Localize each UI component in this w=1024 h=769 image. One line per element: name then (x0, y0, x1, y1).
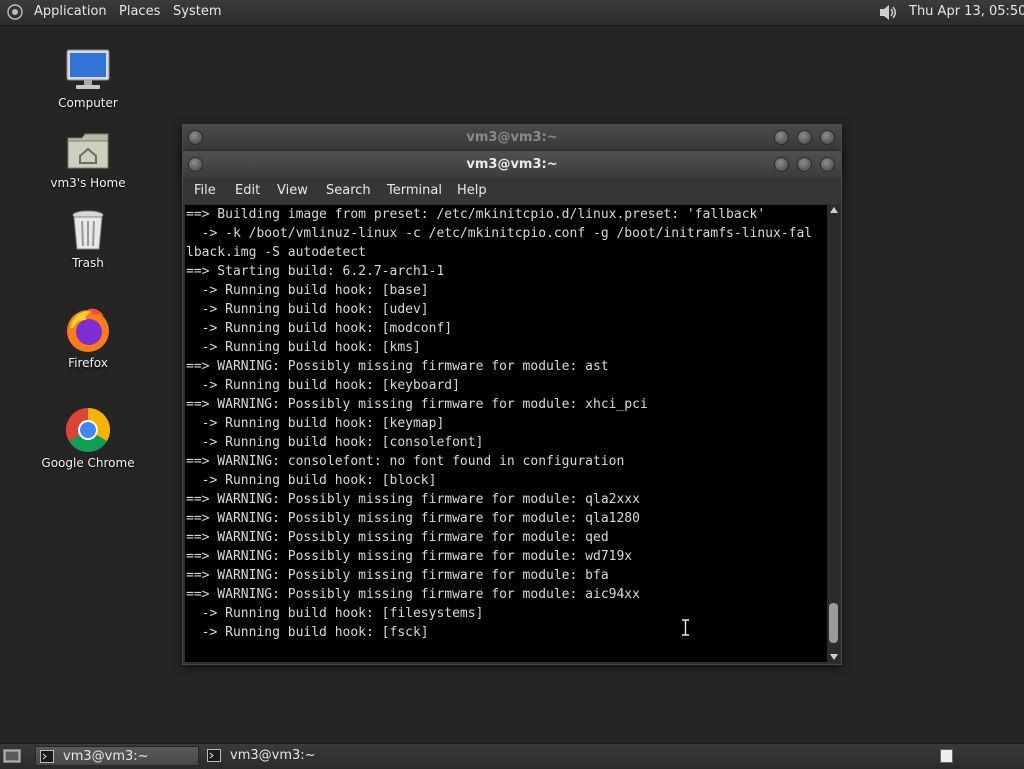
desktop-icon-label: Trash (72, 256, 104, 270)
terminal-line: ==> WARNING: Possibly missing firmware f… (186, 568, 609, 583)
desktop-icon-label: vm3's Home (50, 176, 126, 190)
terminal-line: ==> WARNING: Possibly missing firmware f… (186, 511, 640, 526)
taskbar-item[interactable]: vm3@vm3:~ (35, 746, 199, 766)
scroll-down-arrow-icon[interactable] (830, 654, 838, 660)
scroll-up-arrow-icon[interactable] (830, 207, 838, 213)
menu-file[interactable]: File (194, 178, 216, 204)
show-desktop-icon[interactable] (3, 748, 21, 764)
bottom-panel: vm3@vm3:~ vm3@vm3:~ (0, 743, 1024, 769)
menu-view[interactable]: View (277, 178, 308, 204)
trash-icon (72, 210, 104, 250)
desktop-icon-label: Firefox (68, 356, 108, 370)
window-menu-button[interactable] (188, 130, 203, 145)
terminal-line: -> -k /boot/vmlinuz-linux -c /etc/mkinit… (186, 226, 813, 241)
firefox-icon (67, 308, 109, 352)
terminal-icon (40, 750, 54, 763)
minimize-button[interactable] (774, 157, 789, 172)
terminal-line: ==> WARNING: Possibly missing firmware f… (186, 549, 633, 564)
chrome-icon (66, 408, 110, 452)
window-title: vm3@vm3:~ (466, 157, 558, 172)
terminal-output[interactable]: ==> Building image from preset: /etc/mki… (185, 205, 827, 662)
window-titlebar[interactable]: vm3@vm3:~ (183, 125, 841, 151)
text-cursor-icon (682, 619, 689, 636)
menu-system[interactable]: System (173, 0, 221, 25)
speaker-icon[interactable] (878, 3, 898, 22)
terminal-icon (207, 749, 221, 762)
menu-edit[interactable]: Edit (235, 178, 260, 204)
terminal-line: ==> WARNING: Possibly missing firmware f… (186, 587, 640, 602)
terminal-line: -> Running build hook: [keymap] (186, 416, 445, 431)
menu-applications[interactable]: Applications (34, 0, 106, 25)
terminal-line: ==> Building image from preset: /etc/mki… (186, 207, 766, 222)
taskbar-item-label: vm3@vm3:~ (230, 748, 316, 763)
clock[interactable]: Thu Apr 13, 05:50 (909, 0, 1024, 24)
gnome-foot-icon[interactable] (7, 4, 23, 20)
window-titlebar[interactable]: vm3@vm3:~ (183, 152, 841, 178)
terminal-line: ==> WARNING: consolefont: no font found … (186, 454, 625, 469)
terminal-scrollbar[interactable] (827, 205, 840, 662)
maximize-button[interactable] (797, 157, 812, 172)
close-button[interactable] (820, 157, 835, 172)
terminal-line: -> Running build hook: [block] (186, 473, 437, 488)
menu-terminal[interactable]: Terminal (387, 178, 442, 204)
terminal-line: -> Running build hook: [udev] (186, 302, 429, 317)
monitor-icon (66, 49, 110, 89)
home-folder-icon (67, 133, 109, 169)
scrollbar-thumb[interactable] (829, 603, 838, 643)
desktop-icon-label: Computer (58, 96, 118, 110)
terminal-line: ==> WARNING: Possibly missing firmware f… (186, 397, 648, 412)
terminal-line: -> Running build hook: [fsck] (186, 625, 429, 640)
terminal-line: -> Running build hook: [base] (186, 283, 429, 298)
terminal-line: -> Running build hook: [consolefont] (186, 435, 484, 450)
taskbar-item-label: vm3@vm3:~ (63, 749, 149, 764)
workspace-switcher-icon[interactable] (940, 749, 953, 763)
top-panel: Applications Places System Thu Apr 13, 0… (0, 0, 1024, 26)
window-menu-button[interactable] (188, 157, 203, 172)
menu-search[interactable]: Search (326, 178, 371, 204)
terminal-line: ==> WARNING: Possibly missing firmware f… (186, 359, 609, 374)
terminal-line: ==> WARNING: Possibly missing firmware f… (186, 530, 609, 545)
terminal-line: -> Running build hook: [keyboard] (186, 378, 460, 393)
desktop-icon-label: Google Chrome (41, 456, 135, 470)
terminal-window[interactable]: vm3@vm3:~ File Edit View Search Terminal… (182, 151, 842, 665)
close-button[interactable] (820, 130, 835, 145)
minimize-button[interactable] (774, 130, 789, 145)
terminal-line: -> Running build hook: [kms] (186, 340, 421, 355)
taskbar-item[interactable]: vm3@vm3:~ (203, 746, 367, 766)
window-title: vm3@vm3:~ (466, 130, 558, 145)
menu-help[interactable]: Help (457, 178, 487, 204)
terminal-line: -> Running build hook: [modconf] (186, 321, 453, 336)
menu-places[interactable]: Places (119, 0, 160, 25)
terminal-line: -> Running build hook: [filesystems] (186, 606, 484, 621)
terminal-menubar: File Edit View Search Terminal Help (183, 178, 841, 204)
terminal-line: lback.img -S autodetect (186, 245, 367, 260)
maximize-button[interactable] (797, 130, 812, 145)
terminal-line: ==> Starting build: 6.2.7-arch1-1 (186, 264, 445, 279)
terminal-line: ==> WARNING: Possibly missing firmware f… (186, 492, 640, 507)
